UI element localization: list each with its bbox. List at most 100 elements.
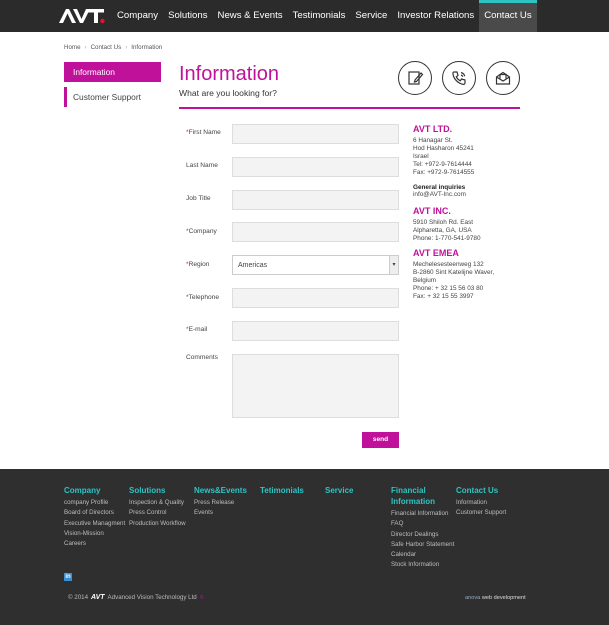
fax-line: Fax: + 32 15 55 3997: [413, 292, 474, 300]
comments-label: Comments: [186, 354, 218, 361]
footer-link[interactable]: Calendar: [391, 550, 451, 560]
address-line: Hod Hasharon 45241: [413, 144, 474, 152]
breadcrumb-home[interactable]: Home: [64, 44, 81, 51]
nav-testimonials[interactable]: Testimonials: [288, 0, 351, 32]
company-input[interactable]: [232, 222, 399, 242]
avt-emea-heading: AVT EMEA: [413, 248, 459, 259]
footer-column-news-events: News&Events Press Release Events: [194, 485, 247, 519]
job-title-input[interactable]: [232, 190, 399, 210]
nav-contact-us[interactable]: Contact Us: [479, 0, 537, 32]
linkedin-icon[interactable]: in: [64, 573, 72, 581]
copyright-year: © 2014: [68, 594, 89, 601]
page-title: Information: [179, 63, 280, 85]
main-nav: Company Solutions News & Events Testimon…: [112, 0, 537, 32]
footer-column-solutions: Solutions Inspection & Quality Press Con…: [129, 485, 186, 529]
phone-icon: [452, 71, 466, 85]
footer-heading[interactable]: Tetimonials: [260, 485, 304, 496]
footer-heading[interactable]: Company: [64, 485, 125, 496]
last-name-input[interactable]: [232, 157, 399, 177]
company-label: *Company: [186, 228, 217, 235]
address-line: 6 Hanagar St.: [413, 137, 453, 144]
nav-company[interactable]: Company: [112, 0, 163, 32]
telephone-label: *Telephone: [186, 294, 220, 301]
region-select[interactable]: Americas ▾: [232, 255, 399, 275]
footer-link[interactable]: Production Workflow: [129, 519, 186, 529]
footer-link[interactable]: Stock Information: [391, 560, 451, 570]
top-navigation-bar: Company Solutions News & Events Testimon…: [0, 0, 609, 32]
avt-inc-heading: AVT INC.: [413, 206, 451, 217]
form-icon-button[interactable]: [398, 61, 432, 95]
title-divider: [179, 107, 520, 109]
footer-heading[interactable]: News&Events: [194, 485, 247, 496]
footer-heading[interactable]: Financial Information: [391, 485, 451, 507]
footer-link[interactable]: Press Release: [194, 498, 247, 508]
footer-link[interactable]: Board of Directors: [64, 508, 125, 518]
nav-solutions[interactable]: Solutions: [163, 0, 212, 32]
footer-link[interactable]: Press Control: [129, 508, 186, 518]
avt-ltd-heading: AVT LTD.: [413, 124, 453, 134]
phone-line: Phone: + 32 15 56 03 80: [413, 284, 484, 292]
comments-textarea[interactable]: [232, 354, 399, 418]
phone-icon-button[interactable]: [442, 61, 476, 95]
email-icon-button[interactable]: [486, 61, 520, 95]
address-line: Israel: [413, 152, 429, 160]
general-inquiries-heading: General inquiries: [413, 183, 466, 191]
footer-link[interactable]: Customer Support: [456, 508, 506, 518]
address-line: B-2860 Sint Katelijne Waver,: [413, 268, 495, 276]
footer-link[interactable]: Safe Harbor Statement: [391, 540, 454, 550]
nav-news-events[interactable]: News & Events: [213, 0, 288, 32]
footer-heading[interactable]: Service: [325, 485, 353, 496]
footer: Company company Profile Board of Directo…: [0, 469, 609, 625]
copyright-text: Advanced Vision Technology Ltd: [107, 594, 197, 601]
page-subtitle: What are you looking for?: [179, 88, 277, 98]
general-email-link[interactable]: info@AVT-Inc.com: [413, 191, 533, 199]
footer-column-contact: Contact Us Information Customer Support: [456, 485, 506, 519]
first-name-input[interactable]: [232, 124, 399, 144]
last-name-label: Last Name: [186, 162, 218, 169]
footer-link[interactable]: Director Dealings: [391, 530, 451, 540]
credit-text: web development: [481, 595, 526, 601]
avt-logo[interactable]: [58, 6, 106, 26]
phone-line: Tel: +972-9-7614444: [413, 160, 472, 168]
email-input[interactable]: [232, 321, 399, 341]
sidebar: Information Customer Support: [64, 62, 161, 112]
footer-link[interactable]: Vision-Mission: [64, 529, 125, 539]
address-line: Mechelesesteenweg 132: [413, 261, 484, 269]
telephone-input[interactable]: [232, 288, 399, 308]
sidebar-item-information[interactable]: Information: [64, 62, 161, 82]
region-value: Americas: [238, 261, 268, 269]
contact-info: AVT LTD. 6 Hanagar St. Hod Hasharon 4524…: [413, 124, 533, 301]
footer-column-testimonials: Tetimonials: [260, 485, 304, 498]
footer-column-financial: Financial Information Financial Informat…: [391, 485, 454, 571]
footer-heading[interactable]: Contact Us: [456, 485, 506, 496]
footer-link[interactable]: company Profile: [64, 498, 125, 508]
developer-credit[interactable]: anova web development: [465, 595, 526, 601]
address-line: Belgium: [413, 276, 437, 284]
nav-investor-relations[interactable]: Investor Relations: [392, 0, 479, 32]
email-label: *E-mail: [186, 326, 208, 333]
breadcrumb-contact-us[interactable]: Contact Us: [91, 44, 122, 51]
send-button[interactable]: send: [362, 432, 399, 448]
footer-link[interactable]: Financial Information: [391, 509, 451, 519]
footer-heading[interactable]: Solutions: [129, 485, 186, 496]
job-title-label: Job Title: [186, 195, 211, 202]
address-line: 5910 Shiloh Rd. East: [413, 219, 474, 227]
chevron-down-icon[interactable]: ▾: [389, 256, 398, 274]
nav-service[interactable]: Service: [350, 0, 392, 32]
footer-link[interactable]: Inspection & Quality: [129, 498, 186, 508]
copyright: © 2014 AVT Advanced Vision Technology Lt…: [68, 594, 203, 601]
footer-column-company: Company company Profile Board of Directo…: [64, 485, 125, 549]
footer-link[interactable]: Careers: [64, 539, 125, 549]
address-line: Alpharetta, GA, USA: [413, 227, 472, 235]
breadcrumb-separator: ›: [84, 44, 87, 51]
footer-link[interactable]: Information: [456, 498, 506, 508]
sidebar-item-customer-support[interactable]: Customer Support: [64, 87, 161, 107]
footer-link[interactable]: FAQ: [391, 519, 451, 529]
phone-line: Phone: 1-770-541-9780: [413, 235, 481, 243]
breadcrumb: Home › Contact Us › Information: [64, 44, 162, 51]
breadcrumb-separator: ›: [125, 44, 128, 51]
footer-column-service: Service: [325, 485, 353, 498]
breadcrumb-current: Information: [131, 44, 163, 51]
footer-link[interactable]: Events: [194, 508, 247, 518]
footer-link[interactable]: Executive Managment: [64, 519, 125, 529]
